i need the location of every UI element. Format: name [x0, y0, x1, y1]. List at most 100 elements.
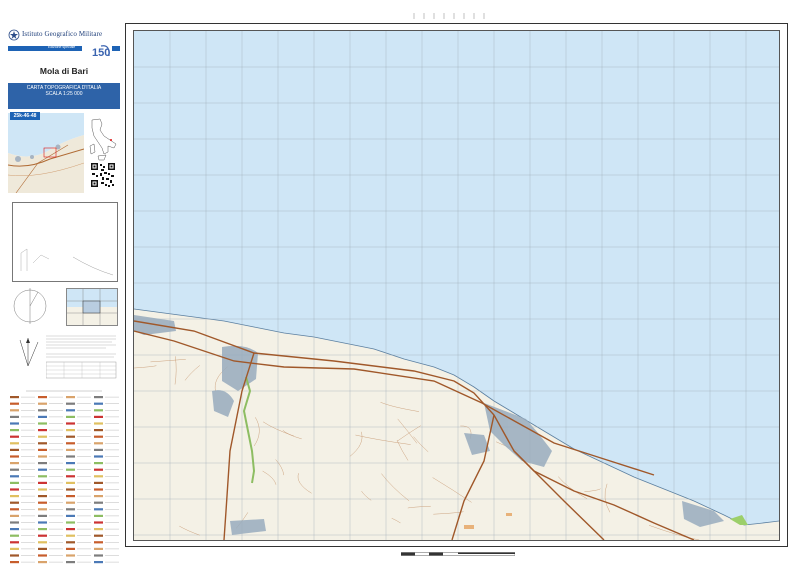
symbols-legend: [8, 388, 120, 573]
legend-symbol: [10, 409, 19, 412]
legend-symbol: [66, 521, 75, 524]
legend-symbol: [66, 481, 75, 484]
svg-text:150: 150: [92, 47, 110, 59]
diagram-box: [12, 202, 118, 282]
legend-symbol: [38, 521, 47, 524]
legend-symbol: [66, 455, 75, 458]
legend-symbol: [10, 455, 19, 458]
italy-locator-map: [86, 116, 120, 162]
legend-symbol: [10, 475, 19, 478]
legend-symbol: [66, 528, 75, 531]
legend-symbol: [94, 521, 103, 524]
notes-text-block: [46, 335, 117, 379]
topographic-map[interactable]: [133, 30, 780, 541]
legend-symbol: [38, 508, 47, 511]
legend-symbol: [66, 462, 75, 465]
legend-symbol: [94, 561, 103, 564]
legend-symbol: [38, 481, 47, 484]
legend-symbol: [94, 495, 103, 498]
legend-symbol: [94, 481, 103, 484]
legend-symbol: [66, 435, 75, 438]
legend-symbol: [94, 402, 103, 405]
legend-symbol: [38, 541, 47, 544]
legend-symbol: [94, 547, 103, 550]
overview-inset-map: [8, 113, 84, 193]
legend-symbol: [10, 534, 19, 537]
legend-symbol: [94, 415, 103, 418]
legend-symbol: [94, 429, 103, 432]
legend-symbol: [94, 488, 103, 491]
legend-symbol: [66, 429, 75, 432]
legend-symbol: [38, 475, 47, 478]
legend-symbol: [94, 468, 103, 471]
legend-symbol: [94, 541, 103, 544]
legend-symbol: [10, 541, 19, 544]
declination-diagram: [13, 288, 47, 324]
qr-code-icon: [90, 162, 116, 188]
legend-symbol: [66, 448, 75, 451]
legend-symbol: [38, 442, 47, 445]
legend-symbol: [10, 448, 19, 451]
legend-symbol: [66, 547, 75, 550]
adjacent-sheets-diagram: [13, 203, 117, 276]
legend-symbol: [94, 442, 103, 445]
legend-symbol: [10, 514, 19, 517]
legend-symbol: [10, 396, 19, 399]
sheet-title: Mola di Bari: [39, 66, 89, 76]
legend-symbol: [94, 475, 103, 478]
legend-symbol: [38, 547, 47, 550]
legend-symbol: [38, 514, 47, 517]
legend-symbol: [10, 415, 19, 418]
legend-symbol: [66, 396, 75, 399]
legend-symbol: [10, 495, 19, 498]
legend-symbol: [66, 409, 75, 412]
legend-symbol: [66, 501, 75, 504]
legend-symbol: [38, 396, 47, 399]
italian-republic-emblem-icon: [8, 29, 20, 41]
legend-symbol: [10, 547, 19, 550]
legend-symbol: [94, 514, 103, 517]
legend-symbol: [10, 442, 19, 445]
north-arrow-icon: [19, 338, 39, 367]
legend-symbol: [66, 415, 75, 418]
legend-symbol: [10, 508, 19, 511]
legend-symbol: [66, 541, 75, 544]
legend-symbol: [38, 561, 47, 564]
legend-symbol: [38, 468, 47, 471]
legend-symbol: [94, 409, 103, 412]
legend-symbol: [38, 415, 47, 418]
legend-symbol: [66, 495, 75, 498]
legend-symbol: [94, 455, 103, 458]
legend-symbol: [66, 488, 75, 491]
series-scale: SCALA 1:25 000: [45, 91, 83, 97]
legend-symbol: [94, 554, 103, 557]
legend-symbol: [10, 521, 19, 524]
legend-symbol: [94, 508, 103, 511]
legend-symbol: [94, 534, 103, 537]
legend-symbol: [38, 422, 47, 425]
legend-symbol: [38, 448, 47, 451]
legend-symbol: [38, 409, 47, 412]
legend-symbol: [66, 402, 75, 405]
legend-symbol: [38, 501, 47, 504]
legend-symbol: [94, 501, 103, 504]
legend-symbol: [10, 402, 19, 405]
legend-symbol: [38, 435, 47, 438]
legend-symbol: [66, 468, 75, 471]
legend-symbol: [66, 561, 75, 564]
sheet-code-badge: 25k-46-48: [10, 112, 40, 120]
series-box: CARTA TOPOGRAFICA D'ITALIA SCALA 1:25 00…: [8, 83, 120, 109]
institute-name: Istituto Geografico Militare: [22, 30, 103, 38]
legend-symbol: [38, 462, 47, 465]
legend-symbol: [38, 534, 47, 537]
legend-symbol: [10, 488, 19, 491]
info-panel: Istituto Geografico Militare Edizione sp…: [8, 16, 120, 576]
legend-symbol: [10, 462, 19, 465]
legend-symbol: [94, 448, 103, 451]
legend-symbol: [66, 442, 75, 445]
sheet-index-diagram: [67, 289, 117, 325]
legend-symbol: [38, 429, 47, 432]
legend-symbol: [38, 455, 47, 458]
legend-symbol: [10, 429, 19, 432]
anniversary-logo: 150: [82, 42, 112, 62]
